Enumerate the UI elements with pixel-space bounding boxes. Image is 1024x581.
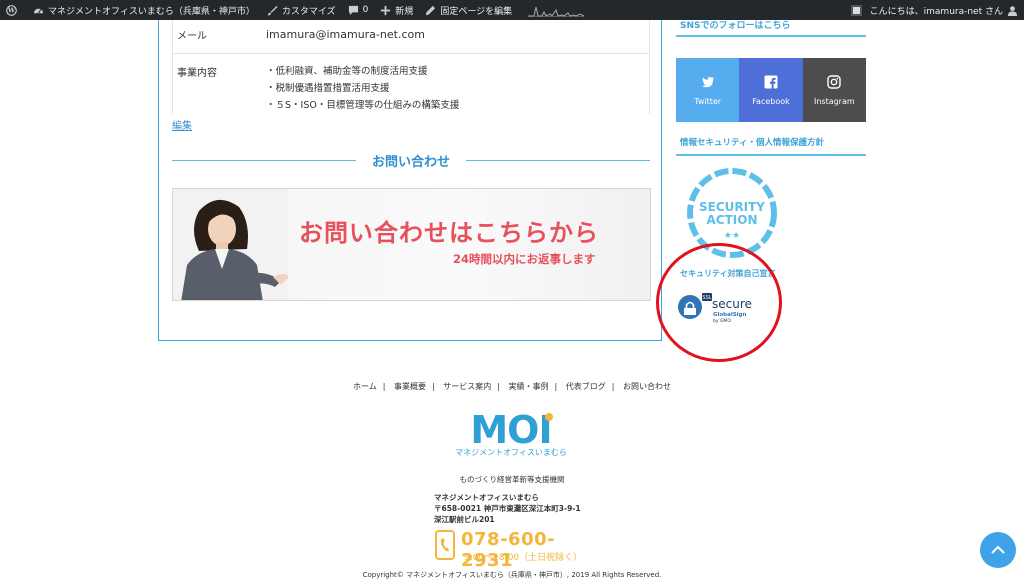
instagram-label: Instagram: [813, 96, 855, 106]
sns-divider: [676, 35, 866, 37]
customize-label: カスタマイズ: [281, 6, 336, 17]
logo-subtitle: マネジメントオフィスいまむら: [455, 448, 567, 457]
site-name-link[interactable]: マネジメントオフィスいまむら（兵庫県・神戸市）: [27, 0, 261, 20]
heading-divider-right: [466, 160, 650, 161]
twitter-icon: [701, 76, 714, 87]
wordpress-logo-button[interactable]: W: [0, 0, 27, 20]
footer-link-contact[interactable]: お問い合わせ: [617, 382, 677, 391]
footer-link-home[interactable]: ホーム: [347, 382, 383, 391]
highlight-circle: [656, 243, 782, 362]
badge-line-1: SECURITY: [699, 200, 765, 214]
user-avatar-icon[interactable]: [1007, 5, 1018, 16]
sns-title: SNSでのフォローはこちら: [680, 21, 791, 31]
edit-page-label: 固定ページを編集: [440, 6, 513, 17]
comment-icon: [348, 5, 358, 15]
security-policy-title[interactable]: 情報セキュリティ・個人情報保護方針: [680, 136, 824, 148]
pencil-icon: [426, 5, 436, 15]
edit-page-link[interactable]: 固定ページを編集: [419, 0, 518, 20]
admin-bar: W マネジメントオフィスいまむら（兵庫県・神戸市） カスタマイズ 0 新規 固定…: [0, 0, 1024, 20]
contact-heading: お問い合わせ: [172, 151, 650, 170]
footer-tagline: ものづくり経営革新等支援機関: [459, 475, 565, 484]
twitter-label: Twitter: [694, 96, 722, 106]
footer-link-blog[interactable]: 代表ブログ: [560, 382, 612, 391]
content-box: メール imamura@imamura-net.com 事業内容 ・低利融資、補…: [158, 20, 662, 341]
user-greeting[interactable]: こんにちは、imamura-net さん: [870, 4, 1003, 17]
list-item: ・５S・ISO・目標管理等の仕組みの構築支援: [266, 100, 460, 111]
email-label: メール: [177, 31, 207, 42]
table-row-business: 事業内容 ・低利融資、補助金等の制度活用支援 ・税制優遇措置措置活用支援 ・５S…: [173, 54, 649, 114]
scroll-to-top-button[interactable]: [980, 532, 1016, 568]
banner-main-text: お問い合わせはこちらから: [299, 219, 599, 247]
plus-icon: [381, 5, 391, 15]
site-name: マネジメントオフィスいまむら（兵庫県・神戸市）: [48, 6, 255, 17]
footer-link-business[interactable]: 事業概要: [388, 382, 432, 391]
badge-line-2: ACTION: [707, 213, 758, 227]
address-line: マネジメントオフィスいまむら: [434, 493, 539, 502]
stats-sparkline[interactable]: [518, 0, 590, 20]
facebook-icon: [764, 75, 778, 89]
company-info-table: メール imamura@imamura-net.com 事業内容 ・低利融資、補…: [172, 20, 650, 114]
business-hours: 9:00～18:00（土日祝除く）: [464, 553, 583, 563]
brush-icon: [267, 5, 278, 16]
wordpress-icon: W: [6, 4, 17, 16]
table-row-email: メール imamura@imamura-net.com: [173, 20, 649, 54]
badge-stars: ★★: [724, 231, 740, 241]
sns-buttons: Twitter Facebook Instagram: [676, 58, 866, 122]
new-label: 新規: [395, 6, 414, 17]
stats-chart-icon: [528, 6, 585, 17]
business-label: 事業内容: [177, 68, 217, 79]
twitter-button[interactable]: Twitter: [676, 58, 740, 122]
edit-link[interactable]: 編集: [172, 117, 192, 132]
footer-link-services[interactable]: サービス案内: [437, 382, 497, 391]
instagram-icon: [827, 74, 842, 89]
instagram-button[interactable]: Instagram: [802, 58, 866, 122]
address-line: 深江駅前ビル201: [434, 515, 495, 524]
contact-banner[interactable]: お問い合わせはこちらから 24時間以内にお返事します: [172, 188, 651, 301]
svg-text:W: W: [7, 6, 16, 14]
banner-sub-text: 24時間以内にお返事します: [453, 252, 596, 266]
logo-text: MOI: [470, 408, 551, 452]
phone-icon: [435, 530, 455, 560]
list-item: ・税制優遇措置措置活用支援: [266, 83, 390, 94]
list-item: ・低利融資、補助金等の制度活用支援: [266, 66, 428, 77]
footer-link-cases[interactable]: 実績・事例: [503, 382, 555, 391]
new-content-link[interactable]: 新規: [374, 0, 419, 20]
screen-options-icon[interactable]: [850, 4, 862, 16]
footer-address: マネジメントオフィスいまむら 〒658-0021 神戸市東灘区深江本町3-9-1…: [434, 492, 581, 525]
footer-nav: ホーム | 事業概要 | サービス案内 | 実績・事例 | 代表ブログ | お問い合わせ: [0, 381, 1024, 392]
address-line: 〒658-0021 神戸市東灘区深江本町3-9-1: [434, 504, 581, 513]
facebook-button[interactable]: Facebook: [739, 58, 803, 122]
footer-phone[interactable]: 078-600-2931 9:00～18:00（土日祝除く）: [434, 529, 594, 571]
facebook-label: Facebook: [752, 96, 790, 106]
chevron-up-icon: [991, 545, 1005, 554]
copyright: Copyright© マネジメントオフィスいまむら（兵庫県・神戸市）, 2019…: [362, 571, 662, 579]
business-list: ・低利融資、補助金等の制度活用支援 ・税制優遇措置措置活用支援 ・５S・ISO・…: [266, 63, 459, 114]
customize-link[interactable]: カスタマイズ: [261, 0, 342, 20]
email-value: imamura@imamura-net.com: [266, 28, 425, 41]
dashboard-icon: [33, 8, 44, 14]
woman-presenting-image: [173, 189, 288, 300]
comments-link[interactable]: 0: [342, 0, 375, 20]
comments-count: 0: [362, 5, 369, 15]
security-divider: [676, 154, 866, 156]
